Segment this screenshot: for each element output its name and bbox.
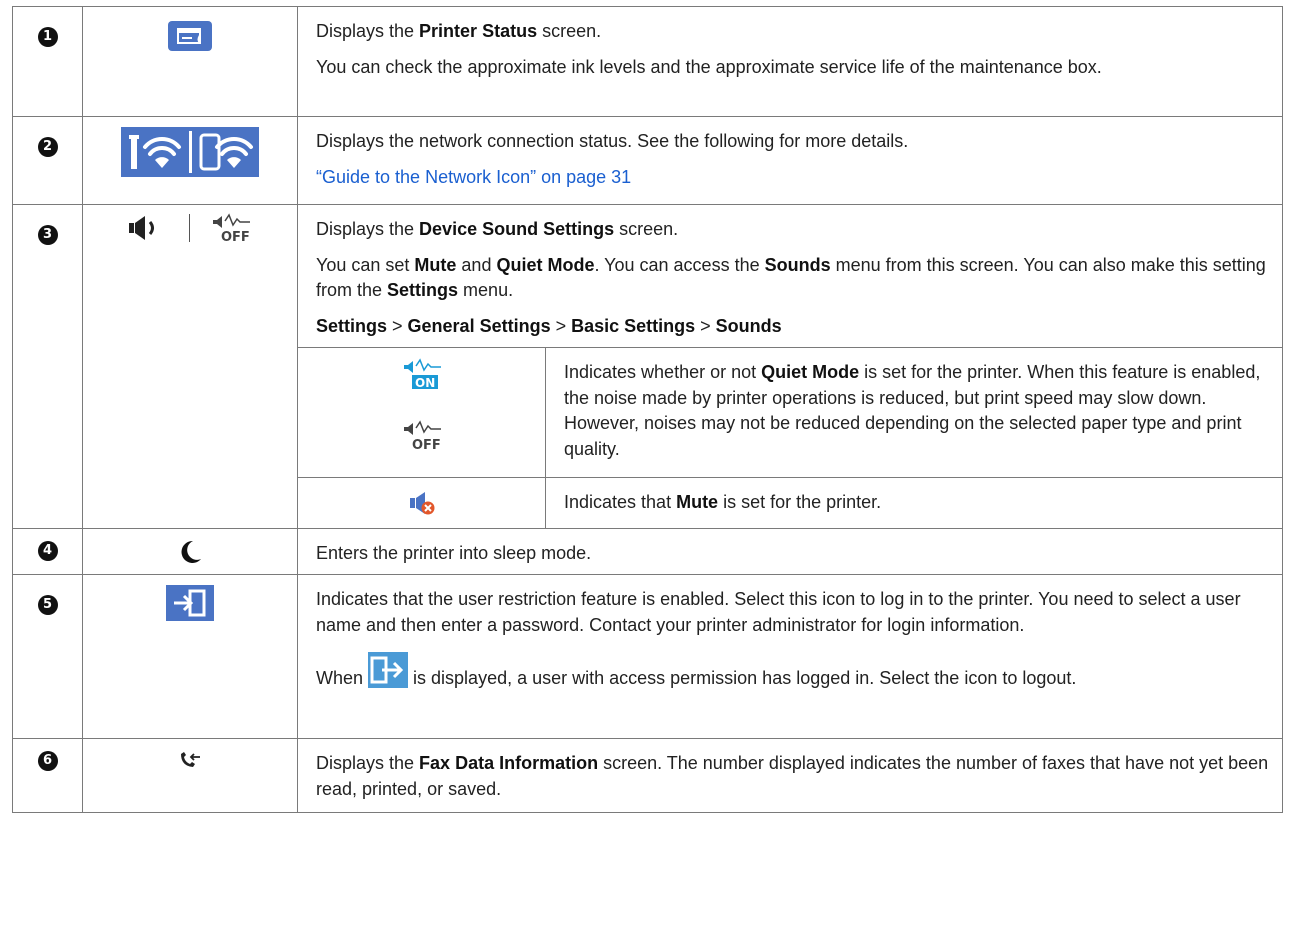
table-row: 6 Displays the Fax Data Information scre…	[12, 738, 1283, 814]
table-row: ON OFF Indicates whether or not Quiet Mo…	[298, 347, 1282, 478]
row-number-badge: 4	[37, 540, 58, 561]
quiet-mode-on-icon: ON	[298, 358, 545, 398]
svg-text:ON: ON	[415, 376, 435, 390]
mute-icon	[408, 490, 436, 524]
icon-guide-table: 1 Displays the Printer Status screen. Yo…	[12, 6, 1283, 814]
row-description: Enters the printer into sleep mode.	[316, 542, 592, 563]
svg-text:OFF: OFF	[412, 438, 441, 452]
quiet-mode-off-icon: OFF	[298, 420, 545, 460]
row-description: Indicates that the user restriction feat…	[316, 589, 1241, 635]
settings-path: Settings > General Settings > Basic Sett…	[316, 315, 782, 336]
fax-data-icon[interactable]	[179, 751, 201, 777]
logout-icon	[368, 652, 409, 696]
row-detail: You can check the approximate ink levels…	[316, 56, 1102, 77]
mute-description: Indicates that Mute is set for the print…	[564, 492, 882, 513]
table-row: 2 Displays the network connection status…	[12, 116, 1283, 205]
row-description: Displays the Device Sound Settings scree…	[316, 219, 679, 239]
sound-icon[interactable]: OFF	[127, 213, 252, 245]
icon-separator	[188, 214, 190, 242]
table-row: 3 OFF Displays the Device Sound Settings…	[12, 204, 1283, 529]
login-icon[interactable]	[166, 585, 214, 629]
row-description: Displays the Printer Status screen.	[316, 21, 602, 41]
table-row: 5 Indicates that the user restriction fe…	[12, 574, 1283, 740]
quiet-mode-description: Indicates whether or not Quiet Mode is s…	[564, 362, 1261, 459]
table-row: Indicates that Mute is set for the print…	[298, 477, 1282, 528]
table-row: 4 Enters the printer into sleep mode.	[12, 527, 1283, 576]
svg-text:OFF: OFF	[221, 230, 250, 243]
printer-status-icon[interactable]	[168, 21, 212, 59]
table-row: 1 Displays the Printer Status screen. Yo…	[12, 6, 1283, 117]
row-number-badge: 2	[37, 137, 58, 157]
sound-icons-subtable: ON OFF Indicates whether or not Quiet Mo…	[298, 347, 1282, 528]
row-number-badge: 1	[37, 27, 58, 47]
row-detail: When is displayed, a user with access pe…	[298, 638, 1282, 706]
row-detail: You can set Mute and Quiet Mode. You can…	[316, 254, 1266, 301]
row-number-badge: 6	[37, 751, 58, 772]
network-status-icon[interactable]	[121, 127, 259, 185]
row-description: Displays the Fax Data Information screen…	[316, 753, 1269, 799]
row-number-badge: 3	[37, 225, 58, 245]
row-description: Displays the network connection status. …	[316, 131, 909, 151]
network-icon-guide-link[interactable]: “Guide to the Network Icon” on page 31	[316, 167, 631, 187]
row-number-badge: 5	[37, 595, 58, 616]
sleep-icon[interactable]	[177, 539, 203, 573]
